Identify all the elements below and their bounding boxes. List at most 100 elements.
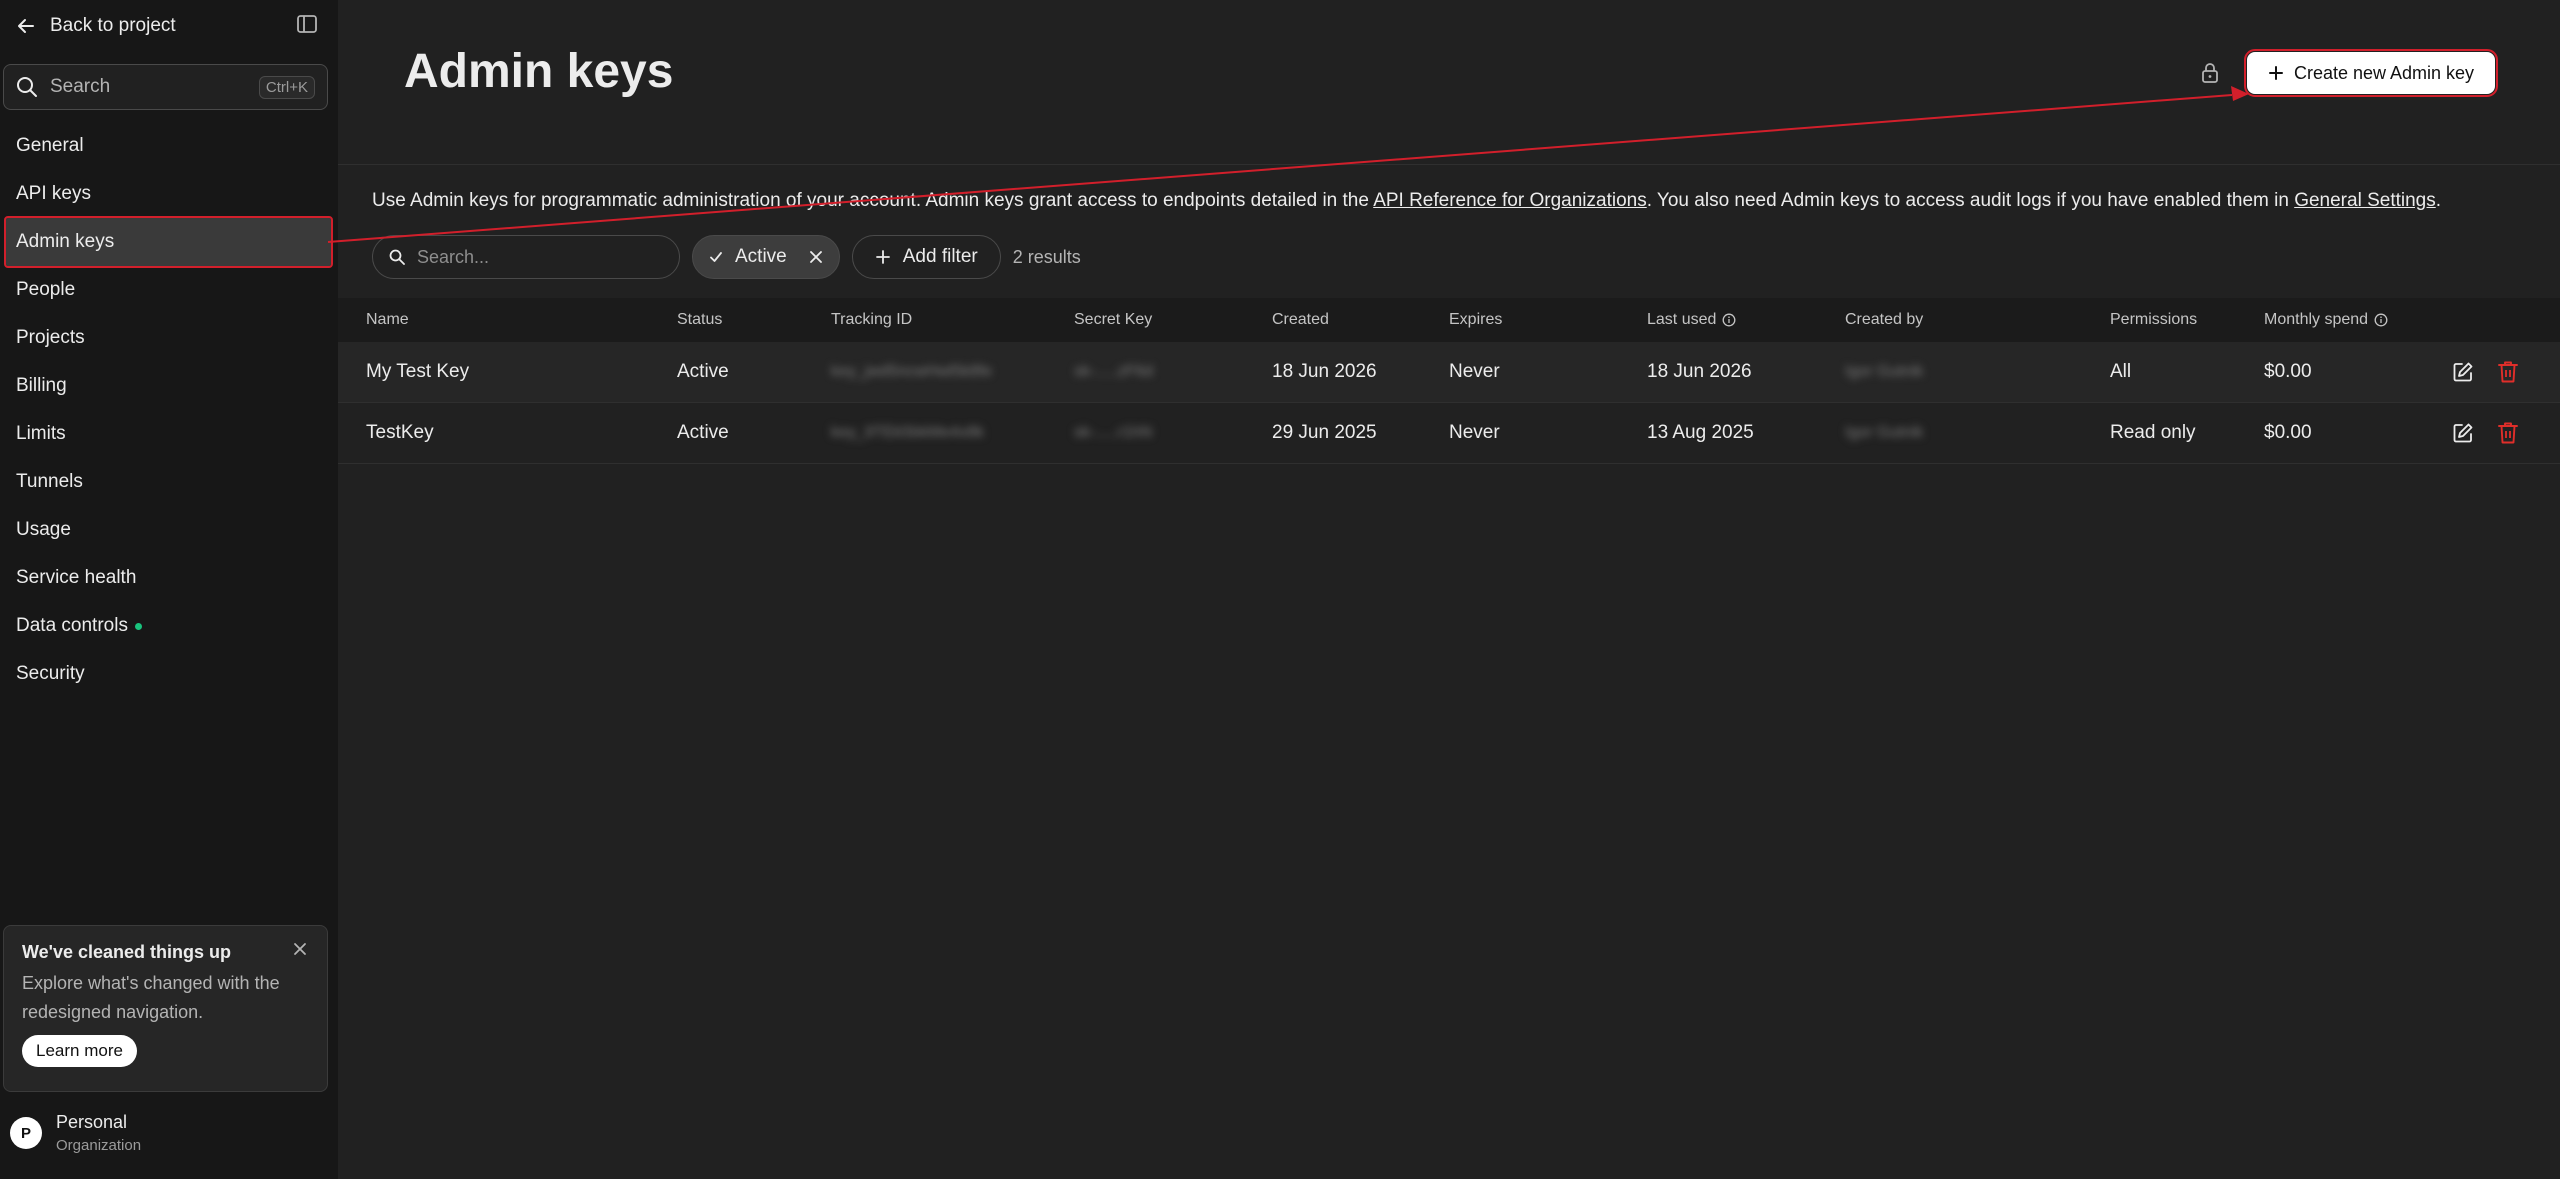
created-date: 18 Jun 2026	[1272, 361, 1377, 382]
key-status: Active	[677, 361, 729, 382]
monthly-spend-value: $0.00	[2264, 361, 2312, 382]
column-header-status[interactable]: Status	[677, 298, 722, 342]
close-icon[interactable]	[293, 942, 307, 956]
search-icon	[17, 77, 37, 97]
general-settings-link[interactable]: General Settings	[2294, 190, 2436, 211]
expires-value: Never	[1449, 422, 1500, 443]
sidebar-item-label: Service health	[16, 567, 137, 588]
avatar: P	[10, 1117, 42, 1149]
navigation-notice: We've cleaned things up Explore what's c…	[3, 925, 328, 1092]
org-type: Organization	[56, 1137, 142, 1154]
edit-icon[interactable]	[2452, 361, 2474, 383]
table-row[interactable]: My Test Key Active key_jwd5ncwHwl5k8fe s…	[338, 342, 2560, 403]
monthly-spend-value: $0.00	[2264, 422, 2312, 443]
column-header-last-used[interactable]: Last used	[1647, 298, 1736, 342]
learn-more-button[interactable]: Learn more	[22, 1035, 137, 1067]
column-header-label: Last used	[1647, 311, 1717, 328]
edit-icon[interactable]	[2452, 422, 2474, 444]
sidebar-item-admin-keys[interactable]: Admin keys	[4, 216, 333, 268]
trash-icon[interactable]	[2497, 360, 2519, 384]
key-name: My Test Key	[366, 361, 470, 382]
sidebar-item-label: Data controls	[16, 615, 128, 636]
sidebar-item-label: General	[16, 135, 84, 156]
sidebar-item-limits[interactable]: Limits	[0, 410, 338, 458]
description-text: . You also need Admin keys to access aud…	[1646, 190, 2295, 211]
api-reference-link[interactable]: API Reference for Organizations	[1373, 190, 1647, 211]
keys-search-input[interactable]: Search...	[372, 235, 680, 279]
filter-bar: Search... Active Add filter 2 results	[372, 235, 1081, 279]
permissions-value: Read only	[2110, 422, 2196, 443]
column-header-permissions[interactable]: Permissions	[2110, 298, 2197, 342]
created-by: Igor Gutnik	[1845, 363, 1924, 380]
table-row[interactable]: TestKey Active key_9TEk5bkMe4x8k sk-....…	[338, 403, 2560, 464]
sidebar-item-tunnels[interactable]: Tunnels	[0, 458, 338, 506]
sidebar-item-api-keys[interactable]: API keys	[0, 170, 338, 218]
create-admin-key-button[interactable]: Create new Admin key	[2244, 49, 2498, 97]
column-header-expires[interactable]: Expires	[1449, 298, 1502, 342]
notice-title: We've cleaned things up	[22, 942, 231, 962]
column-header-created[interactable]: Created	[1272, 298, 1329, 342]
key-status: Active	[677, 422, 729, 443]
column-header-monthly-spend[interactable]: Monthly spend	[2264, 298, 2388, 342]
active-filter-chip[interactable]: Active	[692, 235, 840, 279]
trash-icon[interactable]	[2497, 421, 2519, 445]
last-used-date: 18 Jun 2026	[1647, 361, 1752, 382]
last-used-date: 13 Aug 2025	[1647, 422, 1754, 443]
column-header-name[interactable]: Name	[366, 298, 409, 342]
sidebar-item-billing[interactable]: Billing	[0, 362, 338, 410]
sidebar-item-label: API keys	[16, 183, 91, 204]
arrow-left-icon	[18, 19, 34, 33]
sidebar-item-label: Billing	[16, 375, 67, 396]
results-count: 2 results	[1012, 246, 1081, 267]
sidebar-item-label: Limits	[16, 423, 66, 444]
sidebar-item-usage[interactable]: Usage	[0, 506, 338, 554]
secret-key: sk-.....zF6d	[1074, 363, 1154, 380]
expires-value: Never	[1449, 361, 1500, 382]
sidebar-item-data-controls[interactable]: Data controls	[0, 602, 338, 650]
column-header-tracking-id[interactable]: Tracking ID	[831, 298, 912, 342]
sidebar-item-label: Projects	[16, 327, 85, 348]
main-content: Admin keys Create new Admin key Use Admi…	[338, 0, 2560, 1179]
sidebar-item-security[interactable]: Security	[0, 650, 338, 698]
key-name: TestKey	[366, 422, 434, 443]
plus-icon	[2268, 66, 2283, 80]
back-to-project-link[interactable]: Back to project	[16, 10, 322, 42]
sidebar-nav: General API keys Admin keys People Proje…	[0, 122, 338, 698]
sidebar-item-people[interactable]: People	[0, 266, 338, 314]
column-header-created-by[interactable]: Created by	[1845, 298, 1923, 342]
sidebar: Back to project Search Ctrl+K General AP…	[0, 0, 338, 1179]
table-header: Name Status Tracking ID Secret Key Creat…	[338, 298, 2560, 342]
sidebar-item-label: People	[16, 279, 76, 300]
sidebar-item-label: Admin keys	[16, 231, 115, 252]
sidebar-search-label: Search	[50, 76, 111, 97]
header-divider	[338, 164, 2560, 165]
info-icon[interactable]	[2374, 313, 2388, 327]
sidebar-item-projects[interactable]: Projects	[0, 314, 338, 362]
check-icon	[710, 252, 722, 262]
sidebar-item-general[interactable]: General	[0, 122, 338, 170]
lock-icon	[2202, 63, 2218, 83]
sidebar-search[interactable]: Search Ctrl+K	[3, 64, 328, 110]
column-header-secret-key[interactable]: Secret Key	[1074, 298, 1152, 342]
add-filter-label: Add filter	[902, 246, 978, 267]
tracking-id: key_9TEk5bkMe4x8k	[831, 424, 984, 441]
notice-text: Explore what's changed with the redesign…	[22, 973, 280, 1022]
search-icon	[389, 249, 405, 265]
create-admin-key-label: Create new Admin key	[2293, 62, 2475, 83]
sidebar-toggle-icon[interactable]	[296, 13, 318, 35]
close-icon[interactable]	[809, 250, 823, 264]
add-filter-button[interactable]: Add filter	[851, 235, 1001, 279]
info-icon[interactable]	[1722, 313, 1736, 327]
description-text: .	[2435, 190, 2442, 211]
secret-key: sk-.....r1hN	[1074, 424, 1153, 441]
sidebar-item-label: Usage	[16, 519, 71, 540]
created-date: 29 Jun 2025	[1272, 422, 1377, 443]
plus-icon	[875, 250, 890, 264]
sidebar-item-service-health[interactable]: Service health	[0, 554, 338, 602]
organization-switcher[interactable]: P Personal Organization	[10, 1112, 141, 1154]
created-by: Igor Gutnik	[1845, 424, 1924, 441]
page-title: Admin keys	[404, 45, 674, 98]
back-to-project-label: Back to project	[50, 15, 176, 36]
page-description: Use Admin keys for programmatic administ…	[372, 190, 2441, 212]
sidebar-item-label: Security	[16, 663, 85, 684]
